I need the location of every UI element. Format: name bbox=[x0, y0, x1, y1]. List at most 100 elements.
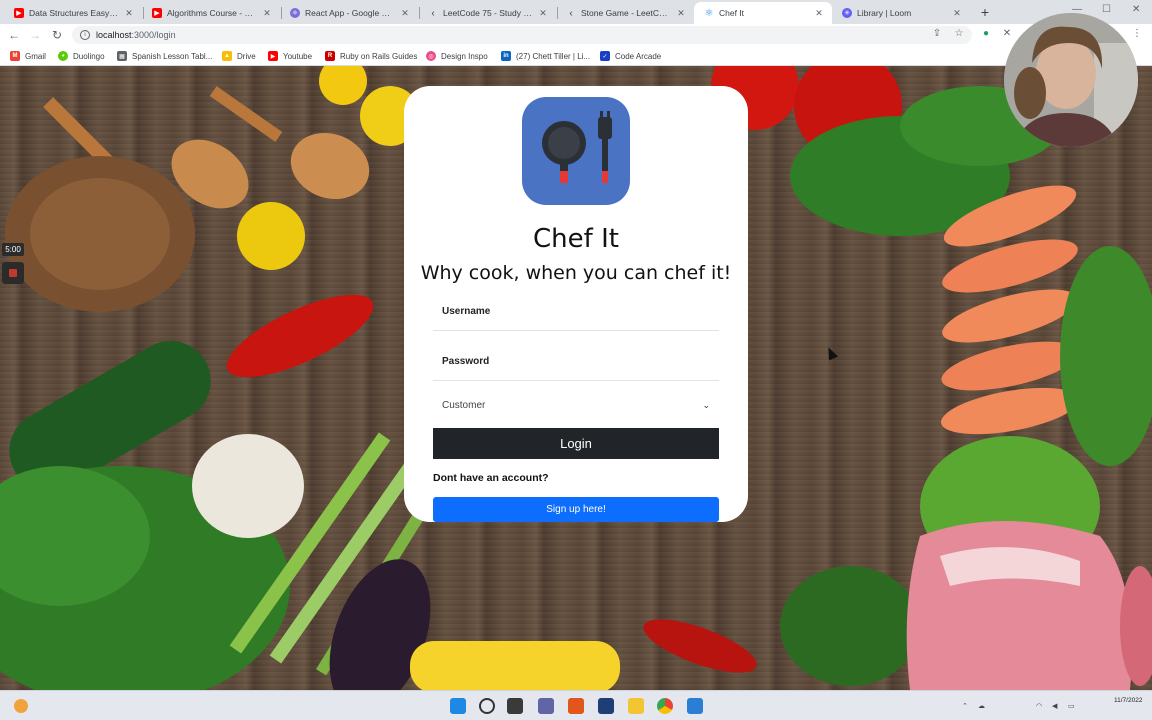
duolingo-icon: ◕ bbox=[58, 51, 68, 61]
address-bar[interactable]: i localhost:3000/login bbox=[72, 26, 972, 44]
task-view-icon[interactable] bbox=[507, 698, 523, 714]
site-info-icon[interactable]: i bbox=[80, 30, 90, 40]
url-path: :3000/login bbox=[131, 30, 176, 40]
webcam-person-icon bbox=[1004, 13, 1138, 147]
close-icon[interactable]: ✕ bbox=[538, 8, 548, 19]
password-field[interactable] bbox=[433, 343, 719, 381]
teams-chat-icon[interactable] bbox=[538, 698, 554, 714]
bookmark-code-arcade[interactable]: ✓ Code Arcade bbox=[600, 50, 661, 62]
lemon-icon bbox=[237, 202, 305, 270]
bookmark-gmail[interactable]: M Gmail bbox=[10, 50, 46, 62]
signup-button[interactable]: Sign up here! bbox=[433, 497, 719, 522]
clock-date: 11/7/2022 bbox=[1114, 697, 1143, 704]
close-icon[interactable]: ✕ bbox=[952, 8, 962, 19]
bookmark-star-icon[interactable]: ☆ bbox=[952, 27, 966, 41]
bookmark-label: Drive bbox=[237, 51, 256, 61]
grammarly-extension-icon[interactable]: ● bbox=[979, 27, 993, 41]
windows-taskbar: ⌃ ☁ ◠ ◀ ▭ 11/7/2022 bbox=[0, 690, 1152, 720]
bookmark-drive[interactable]: ▲ Drive bbox=[222, 50, 256, 62]
tab-algorithms-course[interactable]: ▶ Algorithms Course - Graph ✕ bbox=[142, 2, 280, 24]
tray-chevron-icon[interactable]: ⌃ bbox=[962, 702, 968, 710]
close-icon[interactable]: ✕ bbox=[262, 8, 272, 19]
volume-icon[interactable]: ◀ bbox=[1052, 702, 1057, 710]
battery-icon[interactable]: ▭ bbox=[1068, 702, 1075, 710]
bookmark-design-inspo[interactable]: ◎ Design Inspo bbox=[426, 50, 488, 62]
username-field[interactable] bbox=[433, 293, 719, 331]
crayfish-icon bbox=[643, 619, 757, 673]
wooden-spoon-icon bbox=[290, 132, 370, 200]
bookmark-label: Ruby on Rails Guides bbox=[340, 51, 418, 61]
close-icon[interactable]: ✕ bbox=[814, 8, 824, 19]
settings-app-icon[interactable] bbox=[598, 698, 614, 714]
recording-timer: 5:00 bbox=[2, 243, 24, 256]
close-icon[interactable]: ✕ bbox=[400, 8, 410, 19]
tab-data-structures[interactable]: ▶ Data Structures Easy to Ad ✕ bbox=[4, 2, 142, 24]
react-icon: ⚛ bbox=[290, 8, 300, 18]
youtube-icon: ▶ bbox=[268, 51, 278, 61]
no-account-text: Dont have an account? bbox=[433, 472, 549, 484]
tab-title: Library | Loom bbox=[857, 8, 912, 18]
chrome-icon[interactable] bbox=[657, 698, 673, 714]
loom-icon: ✳ bbox=[842, 8, 852, 18]
code-arcade-icon: ✓ bbox=[600, 51, 610, 61]
browser-toolbar: ← → ↻ i localhost:3000/login ⇪ ☆ ● ✕ ⋮ bbox=[0, 24, 1152, 46]
bookmark-linkedin[interactable]: in (27) Chett Tiller | Li... bbox=[501, 50, 590, 62]
bookmark-label: Gmail bbox=[25, 51, 46, 61]
share-icon[interactable]: ⇪ bbox=[930, 27, 944, 41]
bookmark-label: (27) Chett Tiller | Li... bbox=[516, 51, 591, 61]
drive-icon: ▲ bbox=[222, 51, 232, 61]
recorder-app-icon[interactable] bbox=[568, 698, 584, 714]
new-tab-button[interactable]: + bbox=[977, 4, 993, 20]
leetcode-icon: ‹ bbox=[569, 7, 573, 19]
weather-icon[interactable] bbox=[14, 699, 28, 713]
vscode-icon[interactable] bbox=[687, 698, 703, 714]
chef-it-logo bbox=[522, 97, 630, 205]
meat-icon bbox=[906, 521, 1132, 690]
broccoli-icon bbox=[780, 566, 920, 686]
browser-tab-strip: ▶ Data Structures Easy to Ad ✕ ▶ Algorit… bbox=[0, 0, 1152, 24]
close-icon[interactable]: ✕ bbox=[124, 8, 134, 19]
bookmark-youtube[interactable]: ▶ Youtube bbox=[268, 50, 312, 62]
bookmark-ruby-on-rails[interactable]: R Ruby on Rails Guides bbox=[325, 50, 417, 62]
dribbble-icon: ◎ bbox=[426, 51, 436, 61]
tab-library-loom[interactable]: ✳ Library | Loom ✕ bbox=[832, 2, 970, 24]
system-clock[interactable]: 11/7/2022 bbox=[1114, 696, 1142, 705]
role-select-value: Customer bbox=[442, 399, 486, 411]
bookmarks-bar: M Gmail ◕ Duolingo ▦ Spanish Lesson Tabl… bbox=[0, 46, 1152, 66]
onedrive-icon[interactable]: ☁ bbox=[978, 702, 985, 710]
tab-react-app[interactable]: ⚛ React App - Google Chro ✕ bbox=[280, 2, 418, 24]
react-icon: ⚛ bbox=[704, 7, 714, 19]
url-host: localhost bbox=[96, 30, 132, 40]
bookmark-label: Design Inspo bbox=[441, 51, 488, 61]
close-icon[interactable]: ✕ bbox=[676, 8, 686, 19]
gmail-icon: M bbox=[10, 51, 20, 61]
bookmark-spanish-lesson[interactable]: ▦ Spanish Lesson Tabl... bbox=[117, 50, 212, 62]
file-explorer-icon[interactable] bbox=[628, 698, 644, 714]
tab-leetcode-75[interactable]: ‹ LeetCode 75 - Study Plan ✕ bbox=[418, 2, 556, 24]
tab-title: LeetCode 75 - Study Plan bbox=[443, 8, 532, 18]
login-button[interactable]: Login bbox=[433, 428, 719, 459]
role-select[interactable]: Customer ⌄ bbox=[433, 392, 719, 418]
table-icon: ▦ bbox=[117, 51, 127, 61]
lemon-icon bbox=[319, 66, 367, 105]
leetcode-icon: ‹ bbox=[431, 7, 435, 19]
bookmark-duolingo[interactable]: ◕ Duolingo bbox=[58, 50, 105, 62]
search-icon[interactable] bbox=[479, 698, 495, 714]
forward-icon[interactable]: → bbox=[27, 27, 43, 43]
tab-chef-it[interactable]: ⚛ Chef It ✕ bbox=[694, 2, 832, 24]
maximize-icon[interactable]: ☐ bbox=[1102, 4, 1111, 15]
back-icon[interactable]: ← bbox=[6, 27, 22, 43]
youtube-icon: ▶ bbox=[14, 8, 24, 18]
tab-title: Chef It bbox=[719, 8, 745, 18]
menu-kebab-icon[interactable]: ⋮ bbox=[1130, 27, 1144, 41]
reload-icon[interactable]: ↻ bbox=[49, 27, 65, 43]
wifi-icon[interactable]: ◠ bbox=[1036, 702, 1042, 710]
close-window-icon[interactable]: ✕ bbox=[1132, 4, 1140, 15]
extension-icon[interactable]: ✕ bbox=[1000, 27, 1014, 41]
windows-start-icon[interactable] bbox=[450, 698, 466, 714]
stop-recording-button[interactable] bbox=[2, 262, 24, 284]
app-tagline: Why cook, when you can chef it! bbox=[420, 262, 732, 284]
pan-and-fork-icon bbox=[542, 111, 612, 183]
tab-stone-game[interactable]: ‹ Stone Game - LeetCode ✕ bbox=[556, 2, 694, 24]
bookmark-label: Youtube bbox=[283, 51, 313, 61]
